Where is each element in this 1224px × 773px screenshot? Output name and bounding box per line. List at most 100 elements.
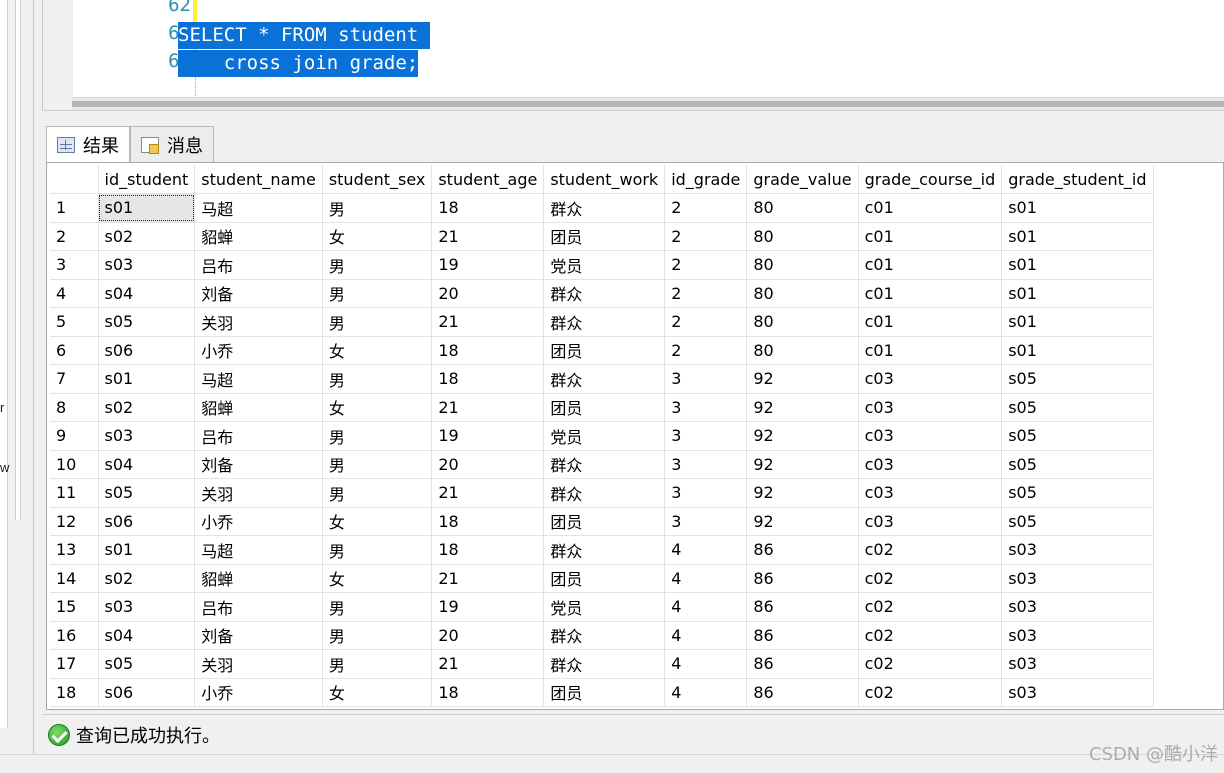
row-number-cell[interactable]: 9 bbox=[50, 421, 99, 451]
table-row[interactable]: 14 s02 貂蝉女 21 团员 4 86 c02 s03 bbox=[50, 564, 1154, 593]
table-cell[interactable]: c01 bbox=[858, 250, 1003, 280]
table-cell[interactable]: 86 bbox=[746, 621, 859, 650]
table-cell[interactable]: 92 bbox=[746, 507, 859, 536]
table-cell[interactable]: 男 bbox=[322, 535, 433, 565]
table-cell[interactable]: 男 bbox=[322, 421, 433, 451]
table-cell[interactable]: 3 bbox=[664, 507, 748, 536]
table-cell[interactable]: s05 bbox=[1001, 507, 1154, 536]
table-cell[interactable]: s03 bbox=[98, 250, 196, 280]
table-row[interactable]: 7 s01 马超男 18 群众 3 92 c03 s05 bbox=[50, 364, 1154, 394]
table-cell[interactable]: s01 bbox=[1001, 336, 1154, 365]
table-cell[interactable]: s04 bbox=[98, 450, 196, 479]
table-cell[interactable]: 18 bbox=[431, 193, 545, 223]
table-cell[interactable]: 男 bbox=[322, 649, 433, 679]
row-number-cell[interactable]: 16 bbox=[50, 621, 99, 650]
row-number-cell[interactable]: 17 bbox=[50, 649, 99, 679]
table-cell[interactable]: 群众 bbox=[543, 279, 666, 308]
table-cell[interactable]: s03 bbox=[1001, 535, 1154, 565]
table-cell[interactable]: 19 bbox=[431, 592, 545, 622]
row-number-cell[interactable]: 12 bbox=[50, 507, 99, 536]
table-cell[interactable]: 86 bbox=[746, 592, 859, 622]
table-cell[interactable]: 18 bbox=[431, 364, 545, 394]
table-cell[interactable]: s01 bbox=[1001, 222, 1154, 251]
table-cell[interactable]: 男 bbox=[322, 621, 433, 650]
table-cell[interactable]: 18 bbox=[431, 336, 545, 365]
table-cell[interactable]: 党员 bbox=[543, 421, 666, 451]
table-cell[interactable]: 86 bbox=[746, 564, 859, 593]
table-cell[interactable]: 女 bbox=[322, 678, 433, 707]
table-cell[interactable]: 2 bbox=[664, 193, 748, 223]
table-cell[interactable]: 群众 bbox=[543, 535, 666, 565]
table-cell[interactable]: c02 bbox=[858, 621, 1003, 650]
table-cell[interactable]: 团员 bbox=[543, 336, 666, 365]
table-cell[interactable]: 吕布 bbox=[194, 250, 323, 280]
table-cell[interactable]: s03 bbox=[1001, 592, 1154, 622]
tab-messages[interactable]: 消息 bbox=[130, 126, 214, 162]
table-cell[interactable]: 刘备 bbox=[194, 621, 323, 650]
row-number-cell[interactable]: 14 bbox=[50, 564, 99, 593]
table-cell[interactable]: s03 bbox=[98, 421, 196, 451]
table-cell[interactable]: s04 bbox=[98, 621, 196, 650]
results-grid[interactable]: id_student student_name student_sex stud… bbox=[46, 162, 1224, 710]
table-row[interactable]: 11 s05 关羽男 21 群众 3 92 c03 s05 bbox=[50, 478, 1154, 508]
table-cell[interactable]: 马超 bbox=[194, 535, 323, 565]
table-cell[interactable]: s05 bbox=[1001, 364, 1154, 394]
table-cell[interactable]: 关羽 bbox=[194, 478, 323, 508]
table-cell[interactable]: c03 bbox=[858, 450, 1003, 479]
table-cell[interactable]: 群众 bbox=[543, 621, 666, 650]
table-cell[interactable]: 21 bbox=[431, 478, 545, 508]
row-number-cell[interactable]: 13 bbox=[50, 535, 99, 565]
table-cell[interactable]: c01 bbox=[858, 193, 1003, 223]
table-cell[interactable]: 21 bbox=[431, 393, 545, 422]
table-cell[interactable]: 群众 bbox=[543, 364, 666, 394]
table-cell[interactable]: 刘备 bbox=[194, 450, 323, 479]
table-cell[interactable]: 男 bbox=[322, 307, 433, 337]
table-cell[interactable]: 群众 bbox=[543, 193, 666, 223]
table-cell[interactable]: s05 bbox=[1001, 450, 1154, 479]
table-cell[interactable]: s03 bbox=[1001, 649, 1154, 679]
table-row[interactable]: 15 s03 吕布男 19 党员 4 86 c02 s03 bbox=[50, 592, 1154, 622]
table-cell[interactable]: 3 bbox=[664, 478, 748, 508]
table-cell[interactable]: c03 bbox=[858, 478, 1003, 508]
table-cell[interactable]: 18 bbox=[431, 678, 545, 707]
table-cell[interactable]: 小乔 bbox=[194, 678, 323, 707]
table-cell[interactable]: c01 bbox=[858, 279, 1003, 308]
table-cell[interactable]: s05 bbox=[1001, 421, 1154, 451]
table-cell[interactable]: 4 bbox=[664, 564, 748, 593]
table-cell[interactable]: 男 bbox=[322, 250, 433, 280]
table-row[interactable]: 1 s01 马超男 18 群众 2 80 c01 s01 bbox=[50, 193, 1154, 223]
table-cell[interactable]: s05 bbox=[98, 649, 196, 679]
table-cell[interactable]: 80 bbox=[746, 279, 859, 308]
table-cell[interactable]: s02 bbox=[98, 222, 196, 251]
pane-splitter[interactable] bbox=[42, 110, 1224, 124]
table-cell[interactable]: 4 bbox=[664, 592, 748, 622]
table-row[interactable]: 9 s03 吕布男 19 党员 3 92 c03 s05 bbox=[50, 421, 1154, 451]
table-cell[interactable]: 80 bbox=[746, 307, 859, 337]
table-cell[interactable]: 女 bbox=[322, 393, 433, 422]
tab-results[interactable]: 结果 bbox=[46, 126, 130, 163]
table-cell[interactable]: 貂蝉 bbox=[194, 564, 323, 593]
table-cell[interactable]: s05 bbox=[1001, 393, 1154, 422]
table-cell[interactable]: c03 bbox=[858, 393, 1003, 422]
table-cell[interactable]: 21 bbox=[431, 307, 545, 337]
table-row[interactable]: 8 s02 貂蝉女 21 团员 3 92 c03 s05 bbox=[50, 393, 1154, 422]
code-line-selected[interactable]: SELECT * FROM student bbox=[178, 22, 430, 49]
query-editor[interactable]: 62 63 64 SELECT * FROM student cross joi… bbox=[42, 0, 1224, 110]
table-cell[interactable]: 92 bbox=[746, 393, 859, 422]
table-cell[interactable]: s05 bbox=[98, 307, 196, 337]
table-cell[interactable]: s06 bbox=[98, 336, 196, 365]
table-cell[interactable]: c02 bbox=[858, 564, 1003, 593]
table-cell[interactable]: 女 bbox=[322, 222, 433, 251]
table-cell[interactable]: 小乔 bbox=[194, 336, 323, 365]
column-header[interactable]: grade_course_id bbox=[858, 165, 1003, 194]
row-number-cell[interactable]: 18 bbox=[50, 678, 99, 707]
table-cell[interactable]: 关羽 bbox=[194, 307, 323, 337]
table-cell[interactable]: 群众 bbox=[543, 307, 666, 337]
table-row[interactable]: 5 s05 关羽男 21 群众 2 80 c01 s01 bbox=[50, 307, 1154, 337]
row-number-cell[interactable]: 8 bbox=[50, 393, 99, 422]
object-explorer-scrollbar[interactable] bbox=[15, 0, 21, 520]
table-cell[interactable]: 群众 bbox=[543, 478, 666, 508]
table-cell[interactable]: c03 bbox=[858, 364, 1003, 394]
column-header[interactable]: grade_value bbox=[746, 165, 859, 194]
table-cell[interactable]: s01 bbox=[1001, 193, 1154, 223]
